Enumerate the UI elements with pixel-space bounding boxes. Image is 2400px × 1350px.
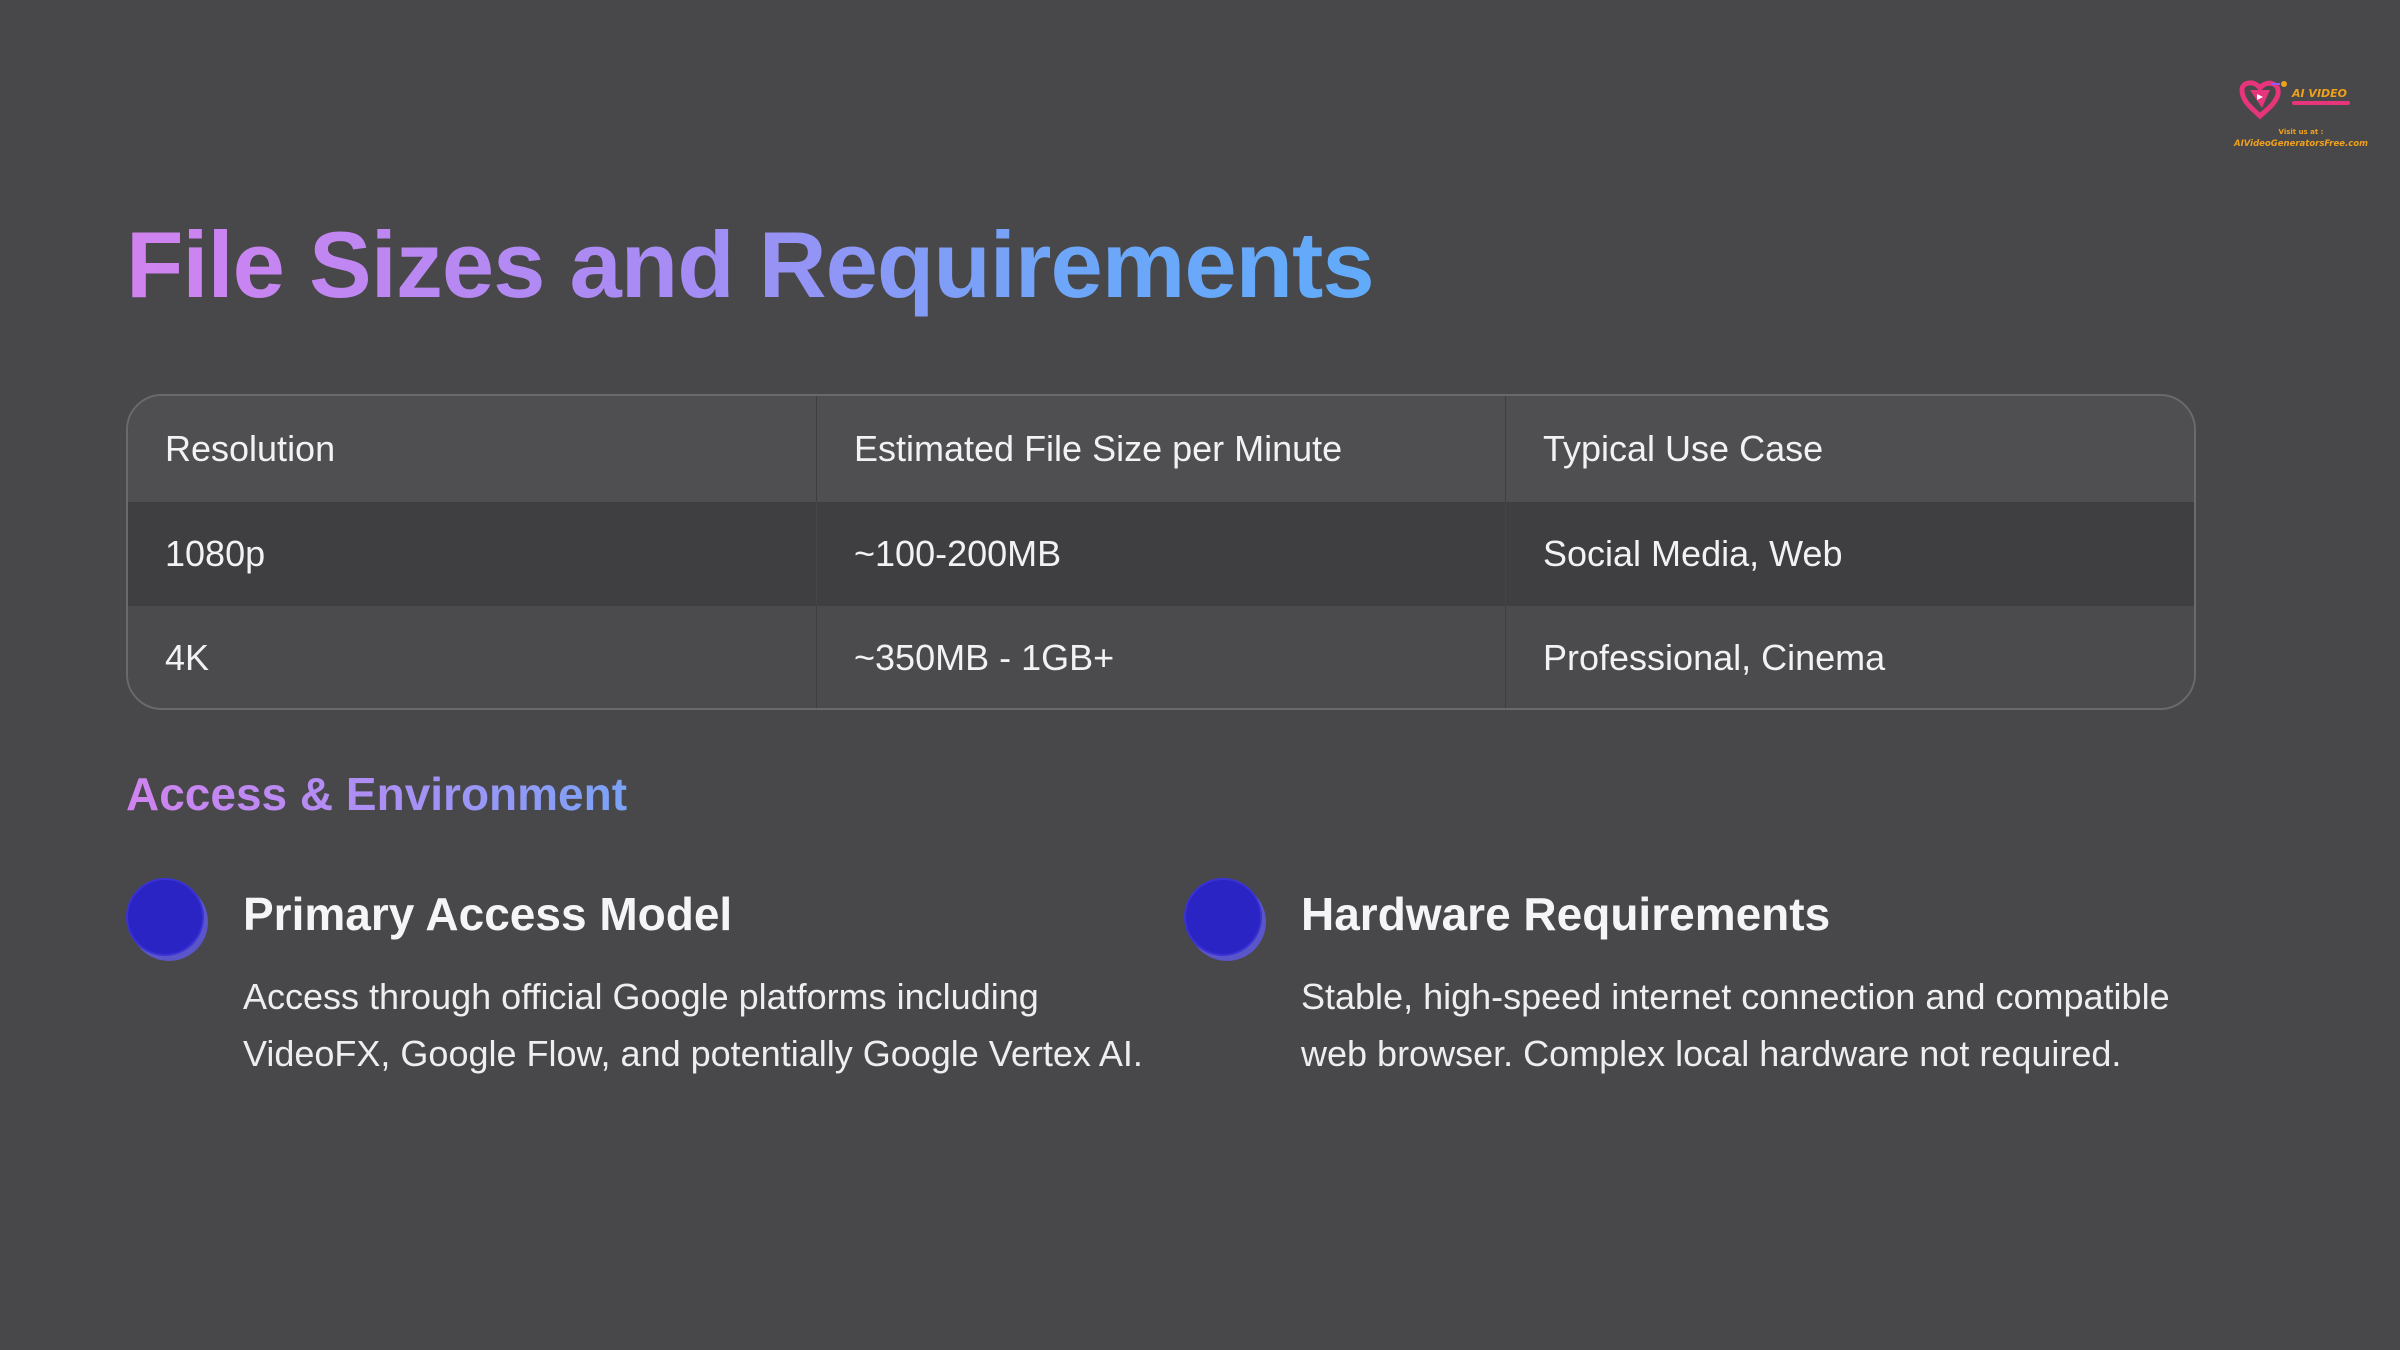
table-cell: 4K — [165, 637, 210, 678]
table-row: 1080p ~100-200MB Social Media, Web — [128, 502, 2194, 606]
file-size-table: Resolution Estimated File Size per Minut… — [126, 394, 2196, 710]
logo-brand-text: AI VIDEO — [2292, 87, 2348, 100]
table-header-row: Resolution Estimated File Size per Minut… — [128, 396, 2194, 502]
table-cell: 1080p — [165, 533, 266, 574]
section-heading: Access & Environment — [126, 764, 627, 824]
table-row: 4K ~350MB - 1GB+ Professional, Cinema — [128, 606, 2194, 708]
brand-logo: AI VIDEO Visit us at : AIVideoGenerators… — [2226, 70, 2376, 160]
table-cell: ~350MB - 1GB+ — [816, 606, 1505, 708]
page-title: File Sizes and Requirements — [126, 210, 1375, 320]
logo-visit-label: Visit us at : — [2278, 128, 2324, 136]
logo-site-url: AIVideoGeneratorsFree.com — [2234, 139, 2368, 149]
feature-title: Hardware Requirements — [1301, 888, 1831, 940]
video-heart-logo-icon — [2239, 80, 2287, 120]
table-header-cell: Resolution — [165, 428, 336, 469]
feature-description: Access through official Google platforms… — [243, 976, 1143, 1074]
table-header-cell: Estimated File Size per Minute — [816, 396, 1505, 502]
bullet-circle-icon — [1184, 878, 1262, 956]
logo-subline — [2292, 101, 2350, 105]
feature-description: Stable, high-speed internet connection a… — [1301, 976, 2170, 1074]
table-cell: ~100-200MB — [816, 502, 1505, 606]
table-header-cell: Typical Use Case — [1505, 396, 2194, 502]
feature-title: Primary Access Model — [243, 888, 733, 940]
bullet-circle-icon — [126, 878, 204, 956]
table-cell: Social Media, Web — [1505, 502, 2194, 606]
table-cell: Professional, Cinema — [1505, 606, 2194, 708]
